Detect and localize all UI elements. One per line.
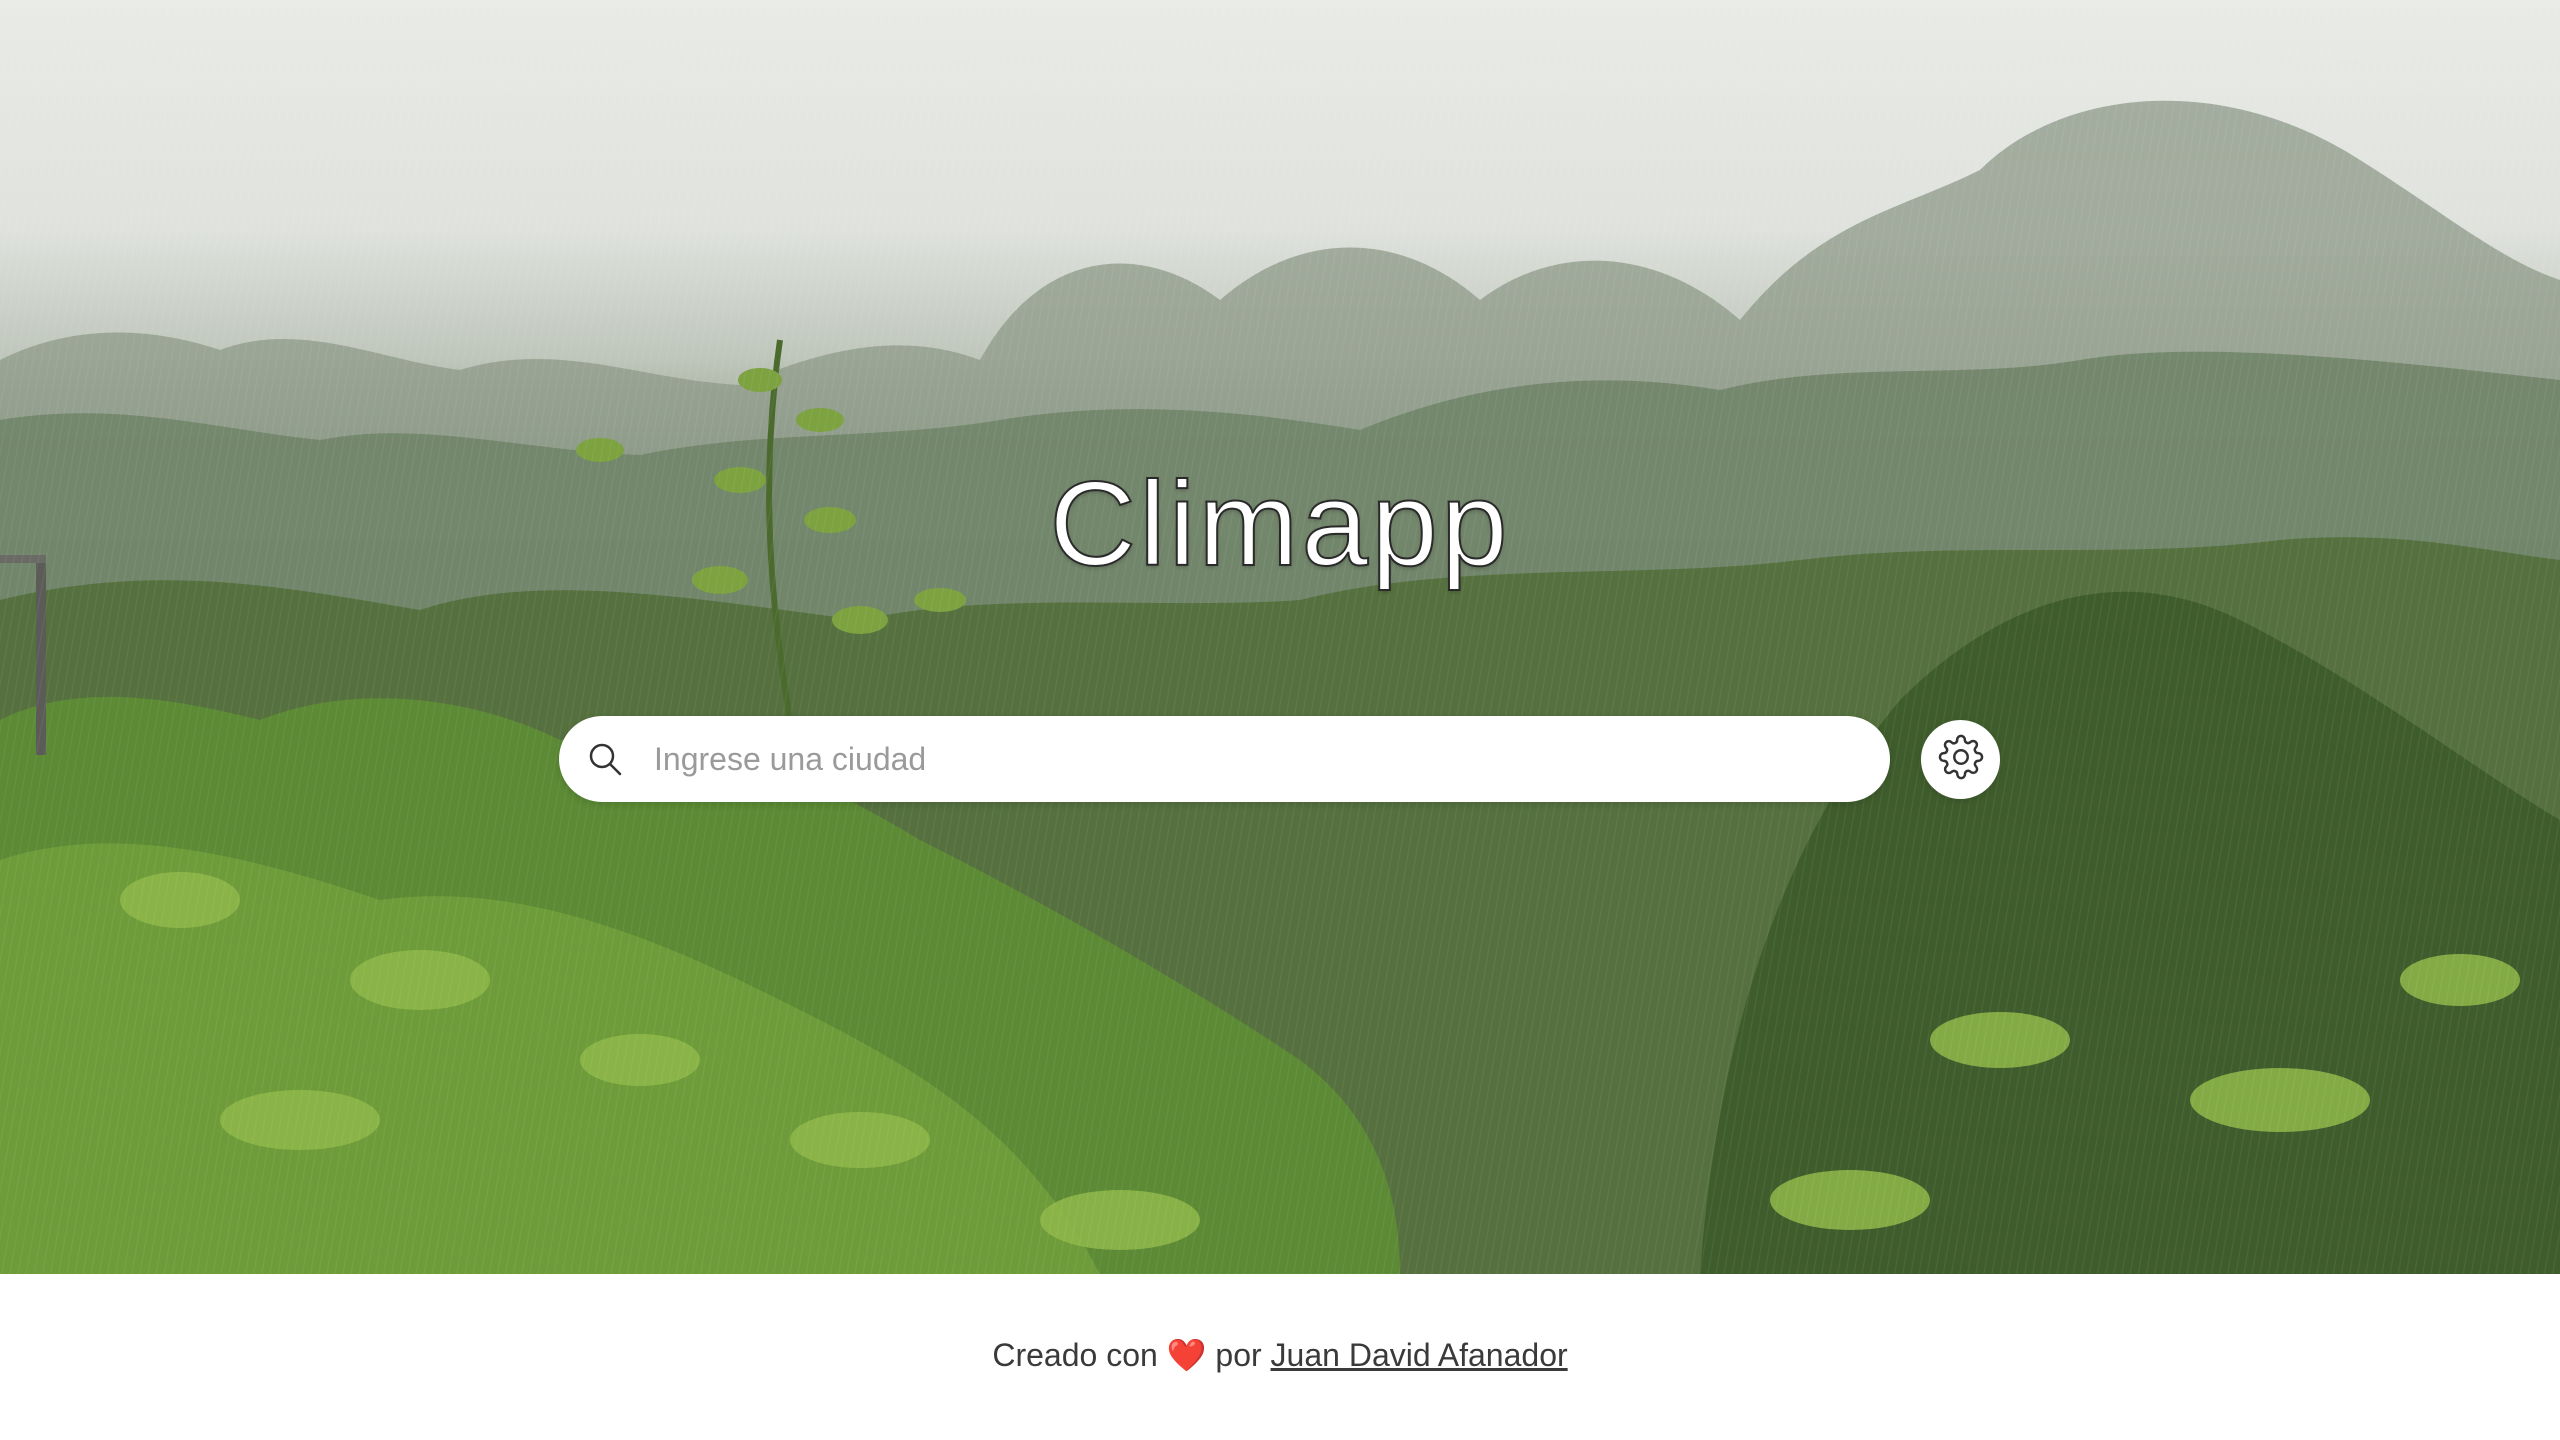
settings-button[interactable] [1921, 720, 2000, 799]
search-bar[interactable] [559, 716, 1890, 802]
app-title: Climapp [1048, 456, 1511, 592]
footer-credits: Creado con ❤️ por Juan David Afanador [0, 1336, 2560, 1374]
city-search-input[interactable] [654, 716, 1854, 802]
footer-prefix: Creado con [992, 1337, 1158, 1373]
rain-overlay [0, 0, 2560, 1274]
author-link[interactable]: Juan David Afanador [1271, 1337, 1568, 1373]
search-icon [587, 741, 623, 777]
hero-background: Climapp [0, 0, 2560, 1274]
heart-icon: ❤️ [1166, 1337, 1207, 1373]
footer: Creado con ❤️ por Juan David Afanador [0, 1274, 2560, 1440]
footer-middle: por [1215, 1337, 1262, 1373]
gear-icon [1938, 734, 1984, 785]
